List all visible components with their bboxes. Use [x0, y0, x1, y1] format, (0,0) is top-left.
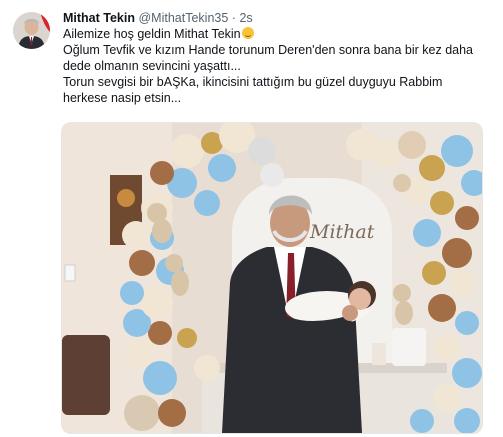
tweet-line: Torun sevgisi bir bAŞKa, ikincisini tatt… [63, 75, 443, 89]
tweet-line: Ailemize hoş geldin Mithat Tekin [63, 26, 488, 42]
tweet-line-text: Ailemize hoş geldin Mithat Tekin [63, 27, 241, 41]
tweet-line: dede olmanın sevincini yaşattı... [63, 59, 241, 73]
user-handle[interactable]: @MithatTekin35 [138, 11, 228, 25]
tweet-photo[interactable]: Mithat [61, 122, 483, 434]
profile-avatar[interactable] [13, 12, 50, 49]
backdrop-name: Mithat [309, 221, 375, 243]
avatar-image [13, 12, 50, 49]
tweet-time[interactable]: 2s [239, 11, 252, 25]
tweet-line: Oğlum Tevfik ve kızım Hande torunum Dere… [63, 43, 474, 57]
photo-scene: Mithat [62, 123, 482, 433]
tweet-header: Mithat Tekin @MithatTekin35 · 2s [63, 10, 253, 26]
smiling-face-icon [241, 27, 254, 39]
display-name[interactable]: Mithat Tekin [63, 11, 135, 25]
tweet-text: Ailemize hoş geldin Mithat Tekin Oğlum T… [63, 26, 488, 106]
tweet-line: herkese nasip etsin... [63, 91, 182, 105]
separator-dot: · [231, 11, 236, 25]
